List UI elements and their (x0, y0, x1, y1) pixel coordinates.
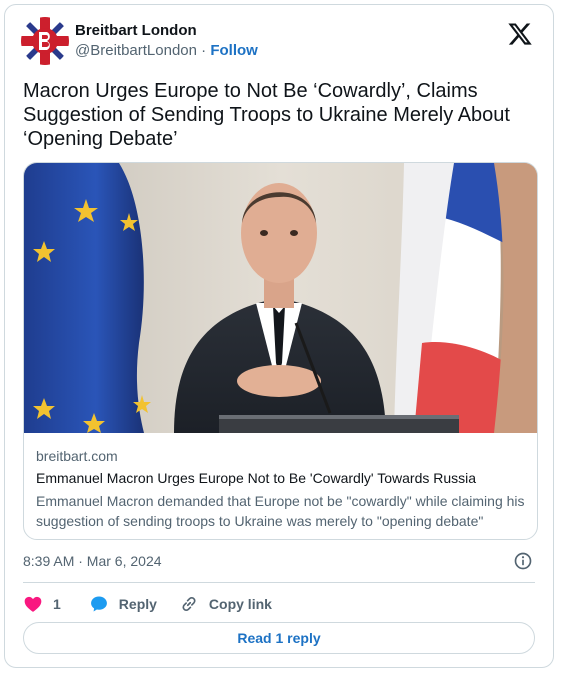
like-count: 1 (53, 596, 61, 612)
display-name[interactable]: Breitbart London (75, 21, 258, 40)
article-image (24, 163, 537, 433)
link-meta: breitbart.com Emmanuel Macron Urges Euro… (36, 447, 525, 531)
handle-line: @BreitbartLondon · Follow (75, 41, 258, 61)
link-icon (182, 596, 196, 612)
avatar[interactable] (21, 17, 69, 65)
copy-link-button[interactable]: Copy link (179, 594, 272, 614)
timestamp-row: 8:39 AM · Mar 6, 2024 (23, 551, 535, 571)
speech-bubble-icon (90, 596, 107, 612)
separator-dot: · (201, 42, 207, 59)
link-preview-card[interactable]: breitbart.com Emmanuel Macron Urges Euro… (23, 162, 538, 540)
breitbart-logo-icon (21, 17, 69, 65)
heart-icon (24, 596, 42, 612)
timestamp[interactable]: 8:39 AM · Mar 6, 2024 (23, 553, 162, 569)
reply-button[interactable]: Reply (89, 594, 157, 614)
reply-label: Reply (118, 596, 157, 612)
read-reply-button[interactable]: Read 1 reply (23, 622, 535, 654)
account-names: Breitbart London @BreitbartLondon · Foll… (75, 21, 258, 61)
x-logo-icon[interactable] (507, 21, 533, 47)
like-button[interactable]: 1 (23, 594, 67, 614)
action-bar: 1 Reply Copy link (23, 591, 535, 617)
copy-link-label: Copy link (208, 596, 272, 612)
tweet-header: Breitbart London @BreitbartLondon · Foll… (21, 15, 537, 65)
tweet-text: Macron Urges Europe to Not Be ‘Cowardly’… (23, 80, 510, 150)
info-icon[interactable] (513, 551, 533, 571)
link-description: Emmanuel Macron demanded that Europe not… (36, 493, 525, 529)
account-handle[interactable]: @BreitbartLondon (75, 42, 197, 59)
divider (23, 582, 535, 583)
tweet-embed-card: Breitbart London @BreitbartLondon · Foll… (4, 4, 554, 668)
link-domain: breitbart.com (36, 448, 118, 464)
link-title[interactable]: Emmanuel Macron Urges Europe Not to Be '… (36, 469, 525, 488)
follow-button[interactable]: Follow (210, 42, 258, 59)
